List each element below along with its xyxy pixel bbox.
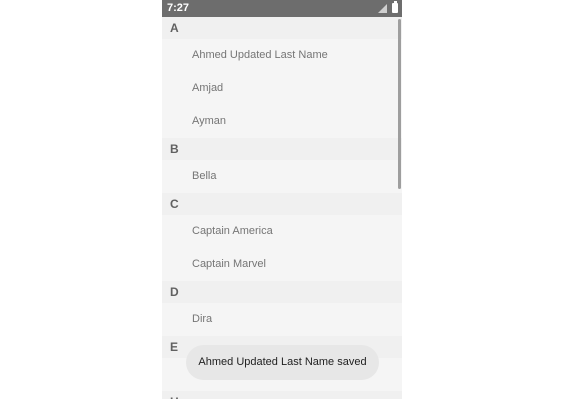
- contact-item[interactable]: Dira: [162, 303, 402, 336]
- contact-list: A Ahmed Updated Last Name Amjad Ayman B …: [162, 17, 402, 399]
- battery-icon: [392, 1, 398, 13]
- section-header-d: D: [162, 281, 402, 303]
- section-header-b: B: [162, 138, 402, 160]
- contact-item[interactable]: Bella: [162, 160, 402, 193]
- status-bar: 7:27: [162, 0, 402, 17]
- contact-item[interactable]: Captain America: [162, 215, 402, 248]
- contact-item[interactable]: Ahmed Updated Last Name: [162, 39, 402, 72]
- phone-screen: 7:27 A Ahmed Updated Last Name Amjad Aym…: [162, 0, 402, 399]
- status-time: 7:27: [167, 2, 190, 14]
- contact-item[interactable]: Ayman: [162, 105, 402, 138]
- toast-message: Ahmed Updated Last Name saved: [186, 345, 379, 380]
- section-header-h: H: [162, 391, 402, 399]
- contact-item[interactable]: Captain Marvel: [162, 248, 402, 281]
- contact-item[interactable]: Amjad: [162, 72, 402, 105]
- signal-icon: [378, 4, 387, 13]
- section-header-a: A: [162, 17, 402, 39]
- list-scrollbar[interactable]: [398, 19, 401, 189]
- section-header-c: C: [162, 193, 402, 215]
